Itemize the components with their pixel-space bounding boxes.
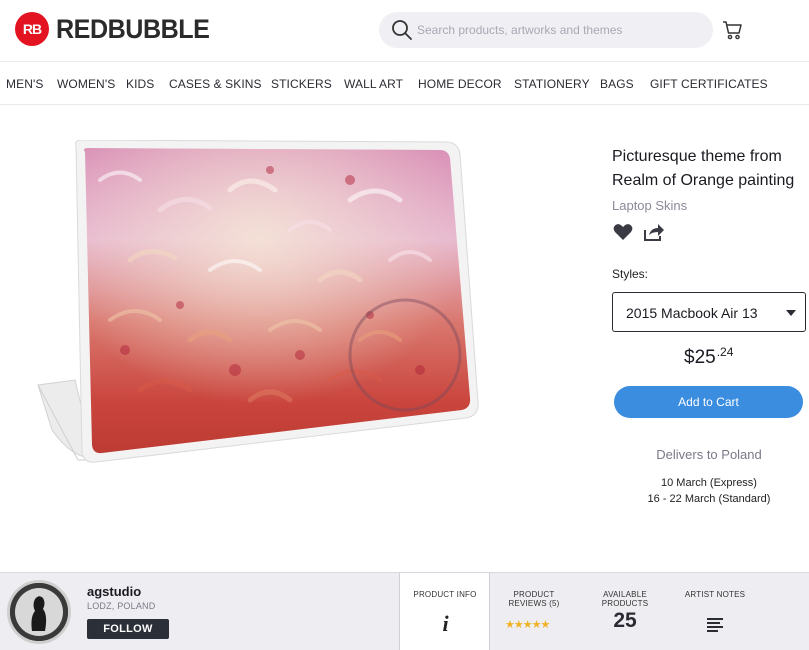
rating-stars[interactable]: ★★★★★	[505, 618, 550, 631]
nav-item-stickers[interactable]: STICKERS	[271, 77, 332, 91]
avatar[interactable]	[7, 580, 71, 644]
nav-item-womens[interactable]: WOMEN'S	[57, 77, 115, 91]
search-input[interactable]	[417, 12, 697, 48]
artist-bar: agstudio LODZ, POLAND FOLLOW PRODUCT INF…	[0, 572, 809, 650]
heart-icon[interactable]	[613, 223, 633, 241]
site-header: RB REDBUBBLE	[0, 0, 809, 62]
available-products-count[interactable]: 25	[585, 609, 665, 633]
nav-item-mens[interactable]: MEN'S	[6, 77, 43, 91]
chevron-down-icon	[786, 310, 796, 316]
redbubble-logo[interactable]: RB REDBUBBLE	[15, 12, 221, 46]
logo-wordmark: REDBUBBLE	[56, 13, 210, 44]
nav-item-stationery[interactable]: STATIONERY	[514, 77, 590, 91]
nav-item-cases-skins[interactable]: CASES & SKINS	[169, 77, 262, 91]
artist-name[interactable]: agstudio	[87, 584, 141, 599]
price-cents: .24	[716, 345, 734, 359]
style-dropdown[interactable]: 2015 Macbook Air 13	[612, 292, 806, 332]
delivery-standard: 16 - 22 March (Standard)	[647, 493, 771, 505]
nav-item-home-decor[interactable]: HOME DECOR	[418, 77, 502, 91]
product-category[interactable]: Laptop Skins	[612, 198, 687, 213]
product-image-laptop-skin[interactable]	[30, 140, 490, 470]
logo-mark-letters: RB	[22, 21, 42, 37]
follow-button[interactable]: FOLLOW	[87, 619, 169, 639]
notes-icon[interactable]	[707, 618, 723, 632]
search-bar[interactable]	[379, 12, 713, 48]
delivers-to[interactable]: Delivers to Poland	[612, 447, 806, 462]
info-icon: i	[442, 611, 449, 636]
avatar-silhouette	[10, 583, 68, 641]
artist-notes-label[interactable]: ARTIST NOTES	[675, 590, 755, 599]
product-info-tab[interactable]: PRODUCT INFO i	[399, 573, 490, 650]
price-dollars: $25	[684, 347, 716, 368]
styles-label: Styles:	[612, 267, 649, 281]
available-products-label[interactable]: AVAILABLE PRODUCTS	[585, 590, 665, 608]
nav-item-wall-art[interactable]: WALL ART	[344, 77, 403, 91]
search-icon[interactable]	[391, 19, 413, 41]
shopping-cart-icon[interactable]	[721, 19, 743, 41]
share-icon[interactable]	[643, 222, 665, 242]
nav-item-gift-certificates[interactable]: GIFT CERTIFICATES	[650, 77, 768, 91]
product-title: Picturesque theme from Realm of Orange p…	[612, 148, 795, 189]
add-to-cart-button[interactable]: Add to Cart	[614, 386, 803, 418]
nav-item-bags[interactable]: BAGS	[600, 77, 634, 91]
delivery-express: 10 March (Express)	[661, 477, 757, 489]
redbubble-logo-mark: RB	[15, 12, 49, 46]
product-reviews-label[interactable]: PRODUCT REVIEWS (5)	[494, 590, 574, 608]
product-price: $25.24	[684, 345, 733, 369]
category-nav: MEN'S WOMEN'S KIDS CASES & SKINS STICKER…	[0, 63, 809, 105]
product-info-label: PRODUCT INFO	[413, 590, 477, 599]
nav-item-kids[interactable]: KIDS	[126, 77, 154, 91]
artist-location: LODZ, POLAND	[87, 601, 156, 611]
style-dropdown-value: 2015 Macbook Air 13	[626, 305, 758, 321]
